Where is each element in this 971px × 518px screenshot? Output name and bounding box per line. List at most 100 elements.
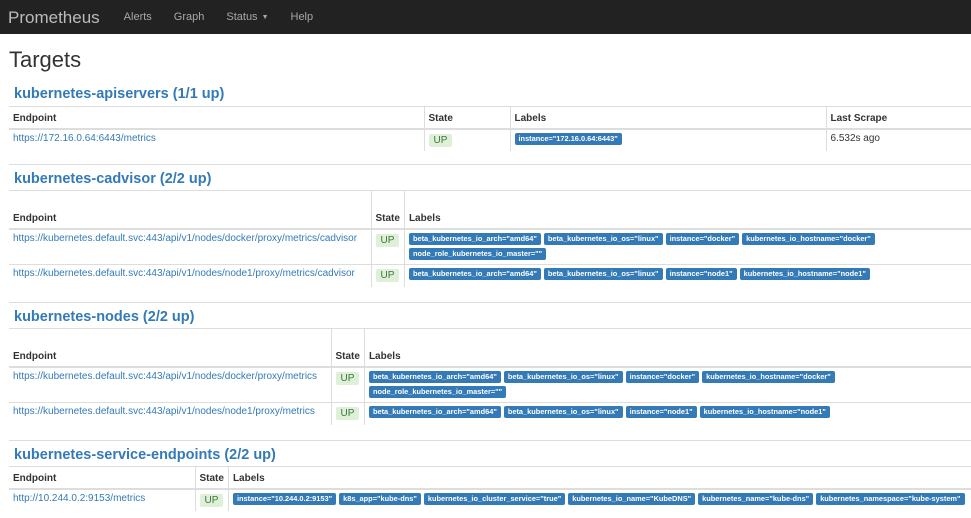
label-badge: beta_kubernetes_io_os="linux" (503, 370, 623, 383)
column-header: State (330, 328, 365, 368)
endpoint-cell: http://10.244.0.2:9153/metrics (9, 488, 195, 511)
label-badge: kubernetes_name="kube-dns" (698, 492, 814, 505)
label-badge: kubernetes_io_hostname="node1" (739, 268, 870, 280)
column-header: Endpoint (9, 328, 331, 368)
job-section: kubernetes-cadvisor (2/2 up) Endpoint Stat… (9, 164, 971, 287)
endpoint-link[interactable]: https://kubernetes.default.svc:443/api/v… (13, 371, 317, 382)
state-badge: UP (428, 133, 453, 147)
state-cell: UP (194, 488, 229, 511)
state-badge: UP (375, 269, 400, 282)
nav-status-dropdown[interactable]: Status ▼ (226, 11, 268, 23)
labels-cell: beta_kubernetes_io_arch="amd64" beta_kube… (403, 228, 971, 265)
label-badge: instance="docker" (665, 232, 740, 245)
label-badge: beta_kubernetes_io_os="linux" (543, 268, 663, 280)
label-badge: beta_kubernetes_io_arch="amd64" (368, 406, 501, 418)
label-badge: beta_kubernetes_io_arch="amd64" (408, 268, 541, 280)
targets-table: Endpoint State Labels https://kubernetes.de… (9, 328, 971, 425)
label-badge: node_role_kubernetes_io_master="" (368, 385, 507, 398)
targets-table: Endpoint State Labels http://10.244.0.2:915… (9, 466, 971, 511)
endpoint-cell: https://kubernetes.default.svc:443/api/v… (9, 366, 331, 403)
targets-table: Endpoint State Labels https://kubernetes.de… (9, 190, 971, 287)
endpoint-link[interactable]: https://kubernetes.default.svc:443/api/v… (13, 233, 357, 244)
label-badge: kubernetes_io_hostname="docker" (742, 232, 875, 245)
table-header-row: Endpoint State Labels (9, 466, 971, 490)
label-list: beta_kubernetes_io_arch="amd64" beta_kube… (368, 370, 967, 398)
column-header: Endpoint (9, 106, 424, 130)
endpoint-cell: https://kubernetes.default.svc:443/api/v… (9, 228, 371, 265)
label-badge: kubernetes_io_hostname="docker" (702, 370, 835, 383)
label-list: beta_kubernetes_io_arch="amd64" beta_kube… (368, 406, 967, 418)
job-title[interactable]: kubernetes-nodes (2/2 up) (9, 302, 971, 328)
job-title[interactable]: kubernetes-service-endpoints (2/2 up) (9, 440, 971, 466)
labels-cell: beta_kubernetes_io_arch="amd64" beta_kube… (363, 366, 971, 403)
label-badge: instance="node1" (625, 406, 697, 418)
endpoint-cell: https://kubernetes.default.svc:443/api/v… (9, 264, 371, 287)
column-header: State (423, 106, 510, 130)
job-section: kubernetes-apiservers (1/1 up) Endpoint St… (9, 80, 971, 151)
label-badge: kubernetes_io_cluster_service="true" (423, 492, 566, 505)
column-header: Endpoint (9, 466, 195, 490)
label-badge: beta_kubernetes_io_os="linux" (503, 406, 623, 418)
endpoint-cell: https://kubernetes.default.svc:443/api/v… (9, 402, 331, 425)
job-section: kubernetes-service-endpoints (2/2 up) End… (9, 440, 971, 511)
last-scrape-value: 6.532s ago (830, 132, 881, 144)
job-title[interactable]: kubernetes-cadvisor (2/2 up) (9, 164, 971, 190)
label-badge: instance="docker" (625, 370, 700, 383)
label-badge: instance="172.16.0.64:6443" (514, 132, 622, 145)
table-row: https://kubernetes.default.svc:443/api/v… (9, 402, 971, 425)
endpoint-link[interactable]: https://kubernetes.default.svc:443/api/v… (13, 268, 355, 279)
table-header-row: Endpoint State Labels (9, 190, 971, 230)
state-cell: UP (330, 366, 365, 403)
label-list: beta_kubernetes_io_arch="amd64" beta_kube… (408, 268, 967, 280)
column-header: Labels (227, 466, 971, 490)
label-badge: kubernetes_io_name="KubeDNS" (568, 492, 696, 505)
nav-graph[interactable]: Graph (174, 11, 205, 23)
endpoint-link[interactable]: https://172.16.0.64:6443/metrics (13, 133, 156, 144)
table-row: https://kubernetes.default.svc:443/api/v… (9, 228, 971, 265)
top-navbar: Prometheus Alerts Graph Status ▼ Help (0, 0, 971, 34)
labels-cell: beta_kubernetes_io_arch="amd64" beta_kube… (403, 264, 971, 287)
labels-cell: instance="10.244.0.2:9153" k8s_app="kube-… (227, 488, 971, 511)
last-scrape-cell: 6.532s ago (825, 128, 971, 151)
labels-cell: instance="172.16.0.64:6443" (509, 128, 826, 151)
job-title[interactable]: kubernetes-apiservers (1/1 up) (9, 80, 971, 106)
state-badge: UP (335, 407, 360, 420)
label-badge: kubernetes_io_hostname="node1" (699, 406, 830, 418)
table-row: http://10.244.0.2:9153/metrics UP instance… (9, 488, 971, 511)
state-cell: UP (370, 264, 405, 287)
targets-table: Endpoint State Labels Last Scrape https://17… (9, 106, 971, 151)
page-title: Targets (9, 47, 82, 72)
table-header-row: Endpoint State Labels (9, 328, 971, 368)
label-badge: beta_kubernetes_io_arch="amd64" (408, 232, 541, 245)
label-badge: kubernetes_namespace="kube-system" (816, 492, 965, 505)
endpoint-cell: https://172.16.0.64:6443/metrics (9, 128, 424, 151)
table-row: https://kubernetes.default.svc:443/api/v… (9, 264, 971, 287)
label-list: instance="10.244.0.2:9153" k8s_app="kube-… (232, 492, 967, 505)
column-header: Labels (509, 106, 826, 130)
label-list: beta_kubernetes_io_arch="amd64" beta_kube… (408, 232, 967, 260)
brand-link[interactable]: Prometheus (8, 7, 100, 28)
labels-cell: beta_kubernetes_io_arch="amd64" beta_kube… (363, 402, 971, 425)
column-header: Labels (403, 190, 971, 230)
table-row: https://172.16.0.64:6443/metrics UP instan… (9, 128, 971, 151)
table-row: https://kubernetes.default.svc:443/api/v… (9, 366, 971, 403)
nav-help[interactable]: Help (291, 11, 314, 23)
label-badge: node_role_kubernetes_io_master="" (408, 247, 547, 260)
label-badge: k8s_app="kube-dns" (339, 492, 421, 505)
label-badge: instance="10.244.0.2:9153" (232, 492, 337, 505)
table-header-row: Endpoint State Labels Last Scrape (9, 106, 971, 130)
label-badge: beta_kubernetes_io_os="linux" (543, 232, 663, 245)
label-badge: beta_kubernetes_io_arch="amd64" (368, 370, 501, 383)
state-badge: UP (375, 233, 400, 247)
job-section: kubernetes-nodes (2/2 up) Endpoint State La… (9, 302, 971, 425)
state-cell: UP (330, 402, 365, 425)
column-header: Last Scrape (825, 106, 971, 130)
column-header: State (370, 190, 405, 230)
state-cell: UP (423, 128, 510, 151)
endpoint-link[interactable]: https://kubernetes.default.svc:443/api/v… (13, 406, 315, 417)
endpoint-link[interactable]: http://10.244.0.2:9153/metrics (13, 493, 145, 504)
caret-down-icon: ▼ (261, 13, 269, 21)
column-header: Endpoint (9, 190, 371, 230)
label-badge: instance="node1" (665, 268, 737, 280)
nav-alerts[interactable]: Alerts (124, 11, 152, 23)
